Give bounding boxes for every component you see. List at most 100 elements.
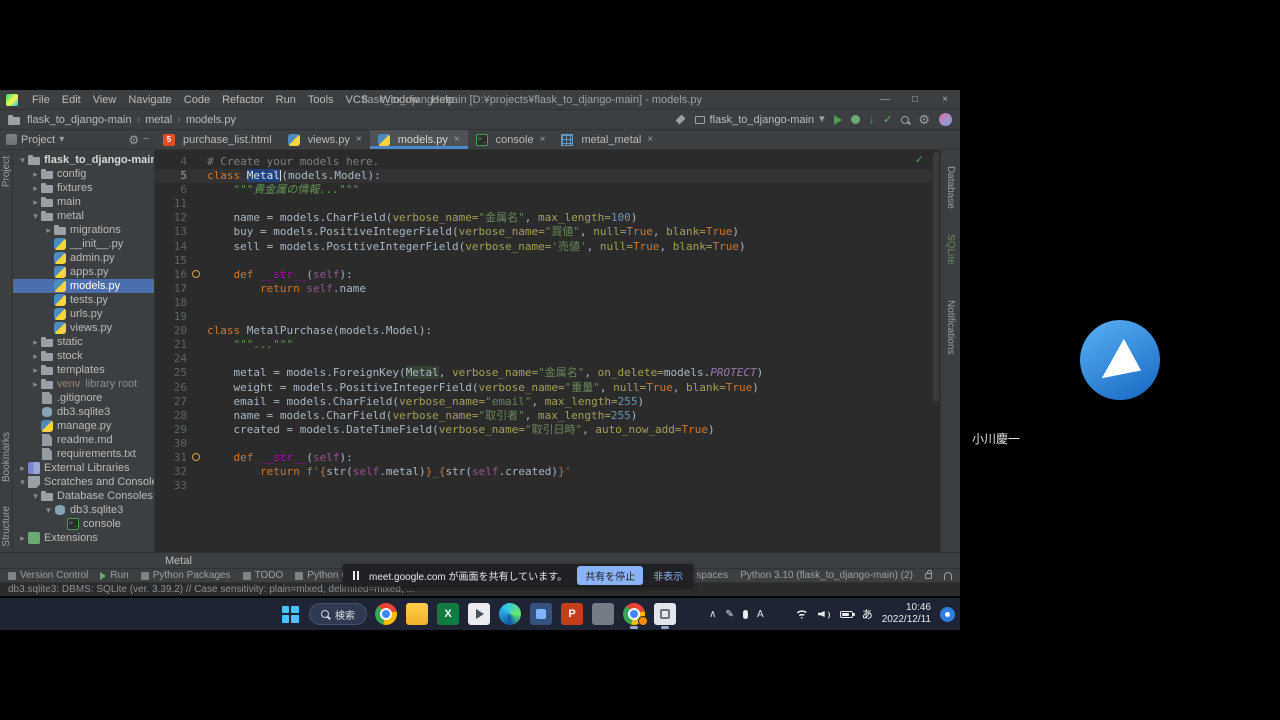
- stop-sharing-button[interactable]: 共有を停止: [577, 566, 643, 585]
- chevron-down-icon[interactable]: ▾: [30, 491, 41, 502]
- chevron-right-icon[interactable]: ▸: [17, 533, 28, 544]
- tree-item-config[interactable]: ▸config: [13, 167, 154, 181]
- tab-purchase-list-html[interactable]: purchase_list.html: [155, 130, 280, 149]
- close-icon[interactable]: ×: [540, 134, 546, 145]
- tool-window-notifications[interactable]: Notifications: [945, 300, 956, 354]
- code-line[interactable]: 15: [155, 254, 932, 268]
- wifi-icon[interactable]: [795, 609, 809, 619]
- scrollbar-thumb[interactable]: [933, 152, 939, 402]
- hide-banner-button[interactable]: 非表示: [653, 568, 683, 583]
- code-line[interactable]: 18: [155, 296, 932, 310]
- taskbar-chrome[interactable]: [374, 602, 398, 626]
- battery-icon[interactable]: [840, 611, 853, 618]
- tool-window-sqlite[interactable]: SQLite: [945, 234, 956, 265]
- code-line[interactable]: 6 """貴金属の情報...""": [155, 183, 932, 197]
- code-line[interactable]: 26 weight = models.PositiveIntegerField(…: [155, 381, 932, 395]
- pen-icon[interactable]: ✎: [725, 609, 733, 620]
- volume-icon[interactable]: [818, 609, 831, 619]
- close-icon[interactable]: ×: [454, 134, 460, 145]
- project-panel-title[interactable]: Project: [21, 134, 55, 146]
- tree-item-tests-py[interactable]: tests.py: [13, 293, 154, 307]
- override-method-icon[interactable]: [192, 453, 200, 461]
- taskbar-edge[interactable]: [498, 602, 522, 626]
- inspections-ok-icon[interactable]: ✓: [915, 153, 924, 166]
- code-line[interactable]: 5class Metal(models.Model):: [155, 169, 932, 183]
- tree-item-venv[interactable]: ▸venvlibrary root: [13, 377, 154, 391]
- close-icon[interactable]: ×: [356, 134, 362, 145]
- close-icon[interactable]: ×: [930, 90, 960, 109]
- maximize-icon[interactable]: □: [900, 90, 930, 109]
- code-line[interactable]: 33: [155, 479, 932, 493]
- tree-item-models-py[interactable]: models.py: [13, 279, 154, 293]
- debug-button[interactable]: [851, 115, 860, 124]
- tree-item-admin-py[interactable]: admin.py: [13, 251, 154, 265]
- code-line[interactable]: 13 buy = models.PositiveIntegerField(ver…: [155, 225, 932, 239]
- chevron-right-icon[interactable]: ▸: [30, 183, 41, 194]
- code-line[interactable]: 28 name = models.CharField(verbose_name=…: [155, 409, 932, 423]
- chevron-down-icon[interactable]: ▾: [17, 155, 28, 166]
- tree-item-fixtures[interactable]: ▸fixtures: [13, 181, 154, 195]
- input-indicator-icon[interactable]: A: [757, 609, 764, 620]
- tree-item-manage-py[interactable]: manage.py: [13, 419, 154, 433]
- account-avatar[interactable]: [939, 113, 952, 126]
- override-method-icon[interactable]: [192, 270, 200, 278]
- hidden-icons-chevron-icon[interactable]: ∧: [709, 609, 716, 620]
- code-line[interactable]: 17 return self.name: [155, 282, 932, 296]
- taskbar-media-player[interactable]: [467, 602, 491, 626]
- menu-code[interactable]: Code: [178, 94, 216, 106]
- settings-gear-icon[interactable]: ⚙: [128, 133, 139, 147]
- taskbar-excel[interactable]: [436, 602, 460, 626]
- tree-item-db3-sqlite3[interactable]: ▾db3.sqlite3: [13, 503, 154, 517]
- code-line[interactable]: 25 metal = models.ForeignKey(Metal, verb…: [155, 366, 932, 380]
- status-4-spaces[interactable]: 4 spaces: [688, 570, 728, 581]
- menu-tools[interactable]: Tools: [302, 94, 340, 106]
- menu-run[interactable]: Run: [270, 94, 302, 106]
- chevron-right-icon[interactable]: ▸: [30, 197, 41, 208]
- code-editor[interactable]: 4# Create your models here.5class Metal(…: [155, 150, 940, 552]
- tab-metal-metal[interactable]: metal_metal×: [553, 130, 661, 149]
- collapse-all-icon[interactable]: −: [143, 134, 149, 145]
- chevron-right-icon[interactable]: ▸: [30, 337, 41, 348]
- taskbar-search[interactable]: 検索: [309, 603, 367, 625]
- minimize-icon[interactable]: —: [870, 90, 900, 109]
- tree-item-migrations[interactable]: ▸migrations: [13, 223, 154, 237]
- tree-item-stock[interactable]: ▸stock: [13, 349, 154, 363]
- tree-item-apps-py[interactable]: apps.py: [13, 265, 154, 279]
- chevron-right-icon[interactable]: ▸: [30, 351, 41, 362]
- run-button[interactable]: [834, 115, 842, 125]
- status-version-control[interactable]: Version Control: [8, 570, 88, 581]
- tool-window-database[interactable]: Database: [945, 166, 956, 209]
- tree-item-main[interactable]: ▸main: [13, 195, 154, 209]
- code-line[interactable]: 21 """...""": [155, 338, 932, 352]
- tree-item-flask-to-django-main[interactable]: ▾flask_to_django-mainD:¥pro: [13, 153, 154, 167]
- update-project-icon[interactable]: ↓: [869, 114, 875, 126]
- code-line[interactable]: 12 name = models.CharField(verbose_name=…: [155, 211, 932, 225]
- notifications-bell-icon[interactable]: [944, 572, 952, 580]
- taskbar-app-gray[interactable]: [591, 602, 615, 626]
- tree-item-metal[interactable]: ▾metal: [13, 209, 154, 223]
- breadcrumb-models-py[interactable]: models.py: [183, 114, 239, 126]
- taskbar-chrome-sharing[interactable]: [622, 602, 646, 626]
- menu-edit[interactable]: Edit: [56, 94, 87, 106]
- tree-item-readme-md[interactable]: readme.md: [13, 433, 154, 447]
- tool-window-project[interactable]: Project: [1, 156, 12, 187]
- chevron-down-icon[interactable]: ▾: [43, 505, 54, 516]
- tree-item-init-py[interactable]: __init__.py: [13, 237, 154, 251]
- status-todo[interactable]: TODO: [243, 570, 284, 581]
- settings-gear-icon[interactable]: ⚙: [918, 113, 930, 126]
- menu-refactor[interactable]: Refactor: [216, 94, 270, 106]
- tab-views-py[interactable]: views.py×: [280, 130, 370, 149]
- chevron-right-icon[interactable]: ▸: [30, 379, 41, 390]
- close-icon[interactable]: ×: [647, 134, 653, 145]
- notification-badge-icon[interactable]: [940, 607, 955, 622]
- tree-item-views-py[interactable]: views.py: [13, 321, 154, 335]
- code-line[interactable]: 31 def __str__(self):: [155, 451, 932, 465]
- tool-window-bookmarks[interactable]: Bookmarks: [1, 432, 12, 482]
- tree-item-external-libraries[interactable]: ▸External Libraries: [13, 461, 154, 475]
- code-line[interactable]: 30: [155, 437, 932, 451]
- menu-view[interactable]: View: [87, 94, 123, 106]
- mic-icon[interactable]: [743, 610, 748, 619]
- code-line[interactable]: 24: [155, 352, 932, 366]
- taskbar-powerpoint[interactable]: [560, 602, 584, 626]
- build-hammer-icon[interactable]: [676, 115, 686, 125]
